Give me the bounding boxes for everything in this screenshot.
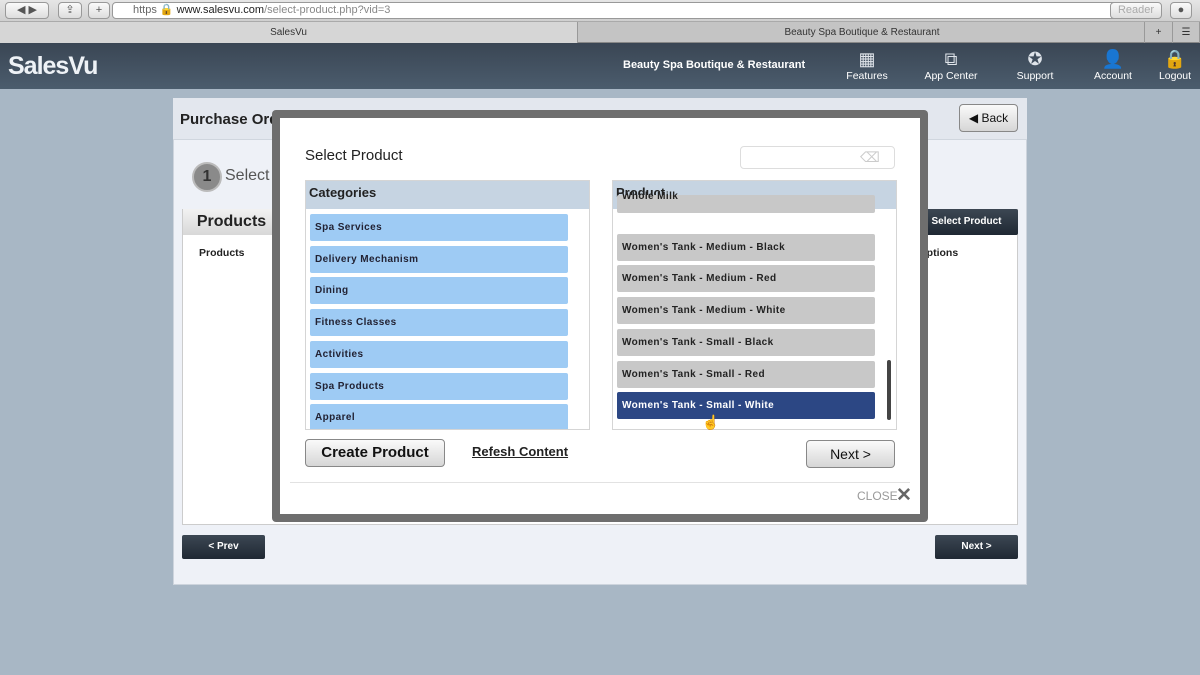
download-icon[interactable]: ●: [1170, 2, 1192, 19]
product-item[interactable]: Women's Tank - Medium - Black: [617, 233, 875, 261]
lock-icon: 🔒: [1163, 49, 1187, 69]
nav-label: Logout: [1158, 70, 1192, 82]
nav-label: Account: [1094, 70, 1132, 82]
modal-title: Select Product: [305, 147, 403, 164]
nav-label: Features: [846, 70, 888, 82]
nav-app-center[interactable]: ⧉ App Center: [916, 48, 986, 82]
product-item[interactable]: Women's Tank - Medium - Red: [617, 265, 875, 293]
create-product-button[interactable]: Create Product: [305, 439, 445, 467]
category-item[interactable]: Dining: [310, 277, 568, 305]
clear-search-icon[interactable]: ⌫: [860, 149, 880, 166]
url-bar[interactable]: https 🔒 www.salesvu.com/select-product.p…: [112, 2, 1137, 19]
tab-bar: SalesVu Beauty Spa Boutique & Restaurant…: [0, 22, 1200, 43]
tab-products[interactable]: Products: [183, 209, 280, 235]
step-number: 1: [192, 162, 222, 192]
category-item[interactable]: Activities: [310, 340, 568, 368]
url-scheme: https: [133, 4, 157, 16]
logo[interactable]: SalesVu: [8, 52, 98, 81]
category-item[interactable]: Fitness Classes: [310, 309, 568, 337]
user-icon: 👤: [1101, 49, 1125, 69]
lifebuoy-icon: ✪: [1027, 49, 1043, 69]
nav-account[interactable]: 👤 Account: [1078, 48, 1148, 82]
reader-button[interactable]: Reader: [1110, 2, 1162, 19]
prev-button[interactable]: < Prev: [182, 535, 265, 559]
add-tab-icon[interactable]: +: [1145, 22, 1173, 43]
nav-label: App Center: [924, 70, 978, 82]
share-icon[interactable]: ⇪: [58, 2, 82, 19]
product-item[interactable]: Women's Tank - Small - Black: [617, 328, 875, 356]
product-panel: Product Whole Milk Women's Tank - Medium …: [612, 180, 897, 430]
category-item[interactable]: Apparel: [310, 404, 568, 429]
tab-list-icon[interactable]: ☰: [1173, 22, 1200, 43]
puzzle-icon: ⧉: [944, 49, 958, 69]
nav-support[interactable]: ✪ Support: [1000, 48, 1070, 82]
browser-toolbar: ◀ ▶ ⇪ + https 🔒 www.salesvu.com/select-p…: [0, 0, 1200, 22]
nav-label: Support: [1016, 70, 1054, 82]
categories-panel: Categories Spa Services Delivery Mechanis…: [305, 180, 590, 430]
product-item[interactable]: Women's Tank - Small - White: [617, 392, 875, 420]
close-icon[interactable]: ✕: [896, 484, 912, 507]
url-path: /select-product.php?vid=3: [264, 4, 391, 16]
grid-icon: ▦: [858, 49, 876, 69]
nav-logout[interactable]: 🔒 Logout: [1140, 48, 1200, 82]
new-tab-button[interactable]: +: [88, 2, 110, 19]
product-item[interactable]: Whole Milk: [617, 192, 875, 213]
column-products: Products: [199, 247, 245, 259]
categories-header: Categories: [306, 181, 589, 209]
back-forward-buttons[interactable]: ◀ ▶: [5, 2, 49, 19]
product-scrollbar[interactable]: [887, 360, 891, 420]
next-button[interactable]: Next >: [806, 440, 895, 468]
business-name: Beauty Spa Boutique & Restaurant: [623, 59, 806, 71]
hand-cursor-icon: ☝: [702, 414, 720, 430]
divider: [290, 482, 910, 483]
category-item[interactable]: Delivery Mechanism: [310, 245, 568, 273]
close-button[interactable]: CLOSE: [857, 489, 898, 503]
nav-features[interactable]: ▦ Features: [832, 48, 902, 82]
refresh-content-link[interactable]: Refesh Content: [472, 444, 568, 459]
category-item[interactable]: Spa Products: [310, 372, 568, 400]
select-product-button[interactable]: Select Product: [915, 209, 1018, 235]
tab-salesvu[interactable]: SalesVu: [0, 22, 578, 43]
back-button[interactable]: ◀ Back: [959, 104, 1018, 132]
product-item[interactable]: Women's Tank - Medium - White: [617, 297, 875, 325]
category-item[interactable]: Spa Services: [310, 214, 568, 241]
product-item[interactable]: Women's Tank - Small - Red: [617, 360, 875, 388]
tab-beauty-spa[interactable]: Beauty Spa Boutique & Restaurant: [580, 22, 1145, 43]
url-host: www.salesvu.com: [176, 4, 265, 16]
page-next-button[interactable]: Next >: [935, 535, 1018, 559]
